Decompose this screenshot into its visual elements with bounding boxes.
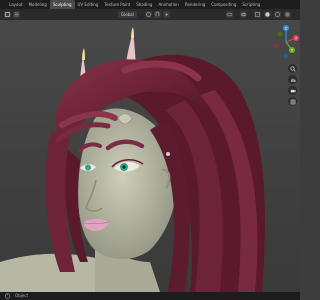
view-menu-icon[interactable] [13,11,20,18]
tab-rendering[interactable]: Rendering [182,0,208,9]
tab-compositing[interactable]: Compositing [208,0,239,9]
shading-solid-icon[interactable] [264,11,271,18]
tab-layout[interactable]: Layout [6,0,26,9]
tab-modeling[interactable]: Modeling [26,0,50,9]
snap-icon[interactable] [154,11,161,18]
camera-icon[interactable] [288,86,297,95]
mouse-icon [5,293,10,299]
navigation-gizmo[interactable]: X Y Z [272,24,300,60]
overlays-icon[interactable] [240,11,247,18]
tab-shading[interactable]: Shading [133,0,155,9]
tab-scripting[interactable]: Scripting [239,0,263,9]
iris-left [85,164,91,171]
grid-icon[interactable] [288,97,297,106]
shoulder [0,253,110,292]
tab-sculpting[interactable]: Sculpting [49,0,75,9]
horn-left-tip [82,48,85,60]
3d-viewport[interactable]: X Y Z [0,20,300,292]
proportional-edit-icon[interactable] [163,11,170,18]
tab-texture-paint[interactable]: Texture Paint [101,0,133,9]
tab-animation[interactable]: Animation [155,0,181,9]
status-bar: Object [0,292,300,300]
earring [166,152,170,156]
editor-type-icon[interactable] [4,11,11,18]
shading-rendered-icon[interactable] [284,11,291,18]
pivot-icon[interactable] [145,11,152,18]
visibility-icon[interactable] [226,11,233,18]
horn-right-tip [131,27,134,38]
pan-hand-icon[interactable] [288,75,297,84]
shading-material-icon[interactable] [274,11,281,18]
tab-uv-editing[interactable]: UV Editing [75,0,102,9]
xray-icon[interactable] [254,11,261,18]
workspace-tab-bar: Layout Modeling Sculpting UV Editing Tex… [0,0,300,9]
sculpt-model [0,27,266,292]
viewport-header: Global [0,9,300,20]
orientation-dropdown[interactable]: Global [118,11,137,18]
status-text: Object [15,293,29,298]
zoom-icon[interactable] [288,64,297,73]
